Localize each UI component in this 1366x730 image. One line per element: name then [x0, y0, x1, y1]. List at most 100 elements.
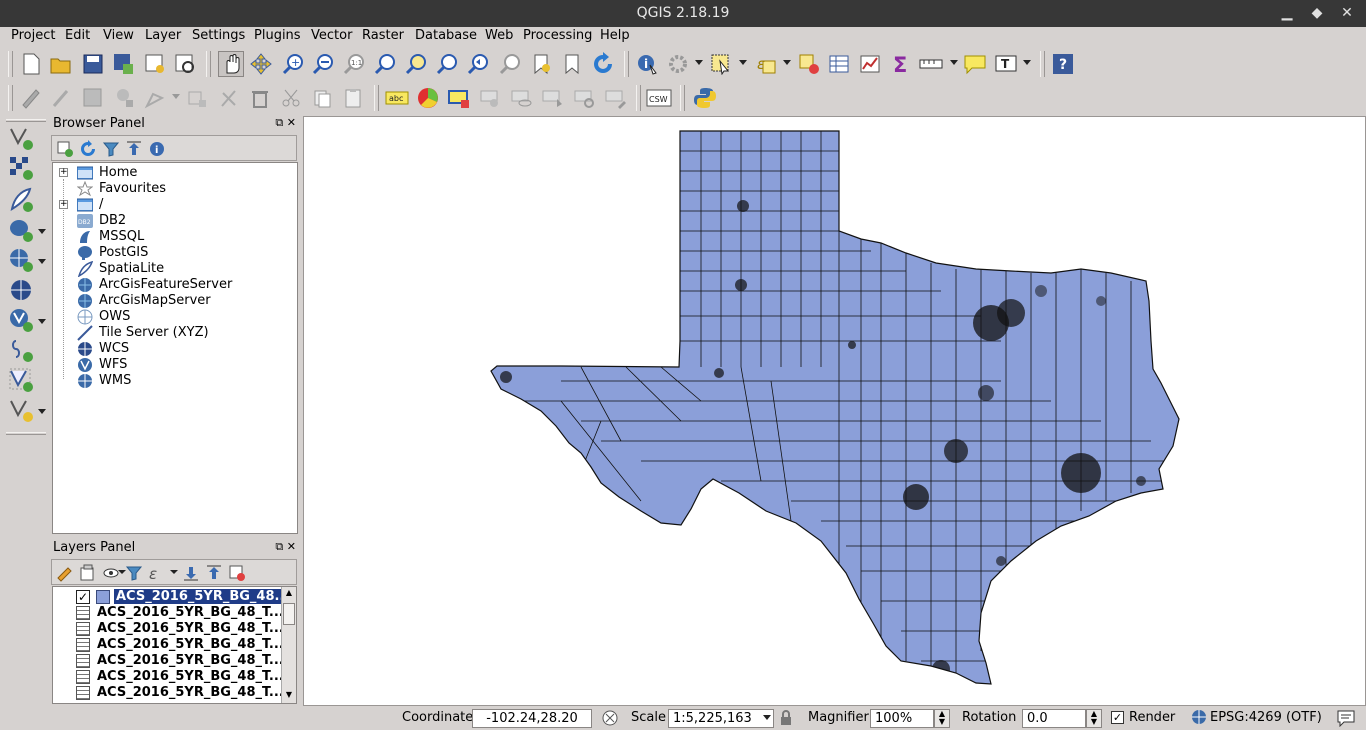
map-canvas[interactable]: [303, 116, 1366, 706]
float-panel-icon[interactable]: ⧉: [275, 540, 283, 553]
tree-item-arcgismapserver[interactable]: ArcGisMapServer: [53, 293, 297, 309]
crs-globe-icon[interactable]: [1191, 709, 1207, 729]
layer-visibility-checkbox[interactable]: ✓: [76, 590, 90, 604]
messages-icon[interactable]: [1336, 709, 1356, 730]
chevron-down-icon[interactable]: [1023, 60, 1031, 65]
show-bookmarks-icon[interactable]: [559, 51, 585, 77]
menu-edit[interactable]: Edit: [62, 28, 93, 43]
menu-web[interactable]: Web: [482, 28, 516, 43]
remove-layer-icon[interactable]: [228, 564, 246, 582]
tree-item-db2[interactable]: DB2 DB2: [53, 213, 297, 229]
diagram-options-icon[interactable]: [415, 85, 441, 111]
tree-item-spatialite[interactable]: SpatiaLite: [53, 261, 297, 277]
add-selected-layers-icon[interactable]: [56, 140, 74, 158]
menu-plugins[interactable]: Plugins: [251, 28, 304, 43]
change-label-icon[interactable]: [603, 85, 629, 111]
select-by-expression-icon[interactable]: ε: [753, 51, 779, 77]
add-spatialite-layer-icon[interactable]: [6, 187, 36, 213]
properties-info-icon[interactable]: i: [148, 140, 166, 158]
scroll-up-icon[interactable]: ▲: [283, 588, 295, 600]
zoom-next-icon[interactable]: [497, 51, 523, 77]
toolbar-grip[interactable]: [374, 85, 379, 111]
tree-item-postgis[interactable]: PostGIS: [53, 245, 297, 261]
filter-browser-icon[interactable]: [102, 140, 120, 158]
attribute-table-icon[interactable]: [826, 51, 852, 77]
style-manager-icon[interactable]: [56, 564, 74, 582]
render-checkbox[interactable]: ✓: [1111, 711, 1124, 724]
pan-to-selection-icon[interactable]: [248, 51, 274, 77]
chevron-down-icon[interactable]: [950, 60, 958, 65]
zoom-last-icon[interactable]: [465, 51, 491, 77]
coordinate-field[interactable]: -102.24,28.20: [472, 709, 592, 728]
identify-features-icon[interactable]: i: [634, 51, 660, 77]
toolbar-grip[interactable]: [8, 51, 13, 77]
scroll-down-icon[interactable]: ▼: [283, 690, 295, 702]
tree-item-arcgisfeatureserver[interactable]: ArcGisFeatureServer: [53, 277, 297, 293]
chevron-down-icon[interactable]: [783, 60, 791, 65]
tree-item-root[interactable]: + /: [53, 197, 297, 213]
menu-processing[interactable]: Processing: [520, 28, 595, 43]
tree-item-ows[interactable]: OWS: [53, 309, 297, 325]
toolbar-grip[interactable]: [6, 119, 46, 122]
layer-labeling-icon[interactable]: abc: [384, 85, 410, 111]
rotate-label-icon[interactable]: [572, 85, 598, 111]
move-feature-icon[interactable]: [142, 85, 168, 111]
pin-labels-icon[interactable]: [446, 85, 472, 111]
layer-item[interactable]: ACS_2016_5YR_BG_48_T...: [53, 621, 284, 637]
zoom-full-icon[interactable]: [372, 51, 398, 77]
zoom-in-icon[interactable]: +: [280, 51, 306, 77]
add-raster-layer-icon[interactable]: [6, 155, 36, 181]
crs-label[interactable]: EPSG:4269 (OTF): [1210, 710, 1322, 725]
tree-item-wfs[interactable]: WFS: [53, 357, 297, 373]
toolbar-grip[interactable]: [206, 51, 211, 77]
layer-item[interactable]: ✓ ACS_2016_5YR_BG_48...: [53, 589, 292, 605]
new-project-icon[interactable]: [18, 51, 44, 77]
float-panel-icon[interactable]: ⧉: [275, 116, 283, 129]
tree-item-wcs[interactable]: WCS: [53, 341, 297, 357]
new-bookmark-icon[interactable]: [528, 51, 554, 77]
add-wcs-layer-icon[interactable]: [6, 277, 36, 303]
menu-vector[interactable]: Vector: [308, 28, 355, 43]
text-annotation-icon[interactable]: T: [993, 51, 1019, 77]
deselect-features-icon[interactable]: [796, 51, 822, 77]
zoom-out-icon[interactable]: [310, 51, 336, 77]
add-group-icon[interactable]: [79, 564, 97, 582]
statistical-summary-icon[interactable]: Σ: [888, 51, 914, 77]
add-feature-icon[interactable]: [111, 85, 137, 111]
texas-block-groups-map[interactable]: [304, 117, 1365, 705]
toolbar-grip[interactable]: [6, 432, 46, 435]
tree-item-tile-server[interactable]: Tile Server (XYZ): [53, 325, 297, 341]
chevron-down-icon[interactable]: [38, 319, 46, 324]
new-shapefile-layer-icon[interactable]: [6, 397, 36, 423]
pan-map-icon[interactable]: [218, 51, 244, 77]
zoom-to-selection-icon[interactable]: [403, 51, 429, 77]
menu-view[interactable]: View: [100, 28, 137, 43]
node-tool-icon[interactable]: [184, 85, 210, 111]
menu-project[interactable]: Project: [8, 28, 58, 43]
expand-icon[interactable]: +: [59, 168, 68, 177]
layer-item[interactable]: ACS_2016_5YR_BG_48_T...: [53, 685, 284, 701]
highlight-pinned-icon[interactable]: [478, 85, 504, 111]
add-wms-layer-icon[interactable]: [6, 247, 36, 273]
layer-item[interactable]: ACS_2016_5YR_BG_48_T...: [53, 653, 284, 669]
python-console-icon[interactable]: [692, 85, 718, 111]
cut-features-icon[interactable]: [278, 85, 304, 111]
menu-database[interactable]: Database: [412, 28, 480, 43]
add-virtual-layer-icon[interactable]: [6, 367, 36, 393]
show-hide-labels-icon[interactable]: [509, 85, 535, 111]
refresh-browser-icon[interactable]: [79, 140, 97, 158]
tree-item-wms[interactable]: WMS: [53, 373, 297, 389]
scale-combobox[interactable]: 1:5,225,163: [668, 709, 774, 728]
current-edits-icon[interactable]: [18, 85, 44, 111]
map-tips-icon[interactable]: [962, 51, 988, 77]
save-as-icon[interactable]: [111, 51, 137, 77]
run-feature-action-icon[interactable]: [665, 51, 691, 77]
close-panel-icon[interactable]: ✕: [287, 540, 296, 553]
expand-icon[interactable]: +: [59, 200, 68, 209]
menu-raster[interactable]: Raster: [359, 28, 407, 43]
add-vector-layer-icon[interactable]: [6, 125, 36, 151]
toolbar-grip[interactable]: [1040, 51, 1045, 77]
add-delimited-text-icon[interactable]: [6, 337, 36, 363]
zoom-to-layer-icon[interactable]: [434, 51, 460, 77]
toggle-editing-icon[interactable]: [48, 85, 74, 111]
